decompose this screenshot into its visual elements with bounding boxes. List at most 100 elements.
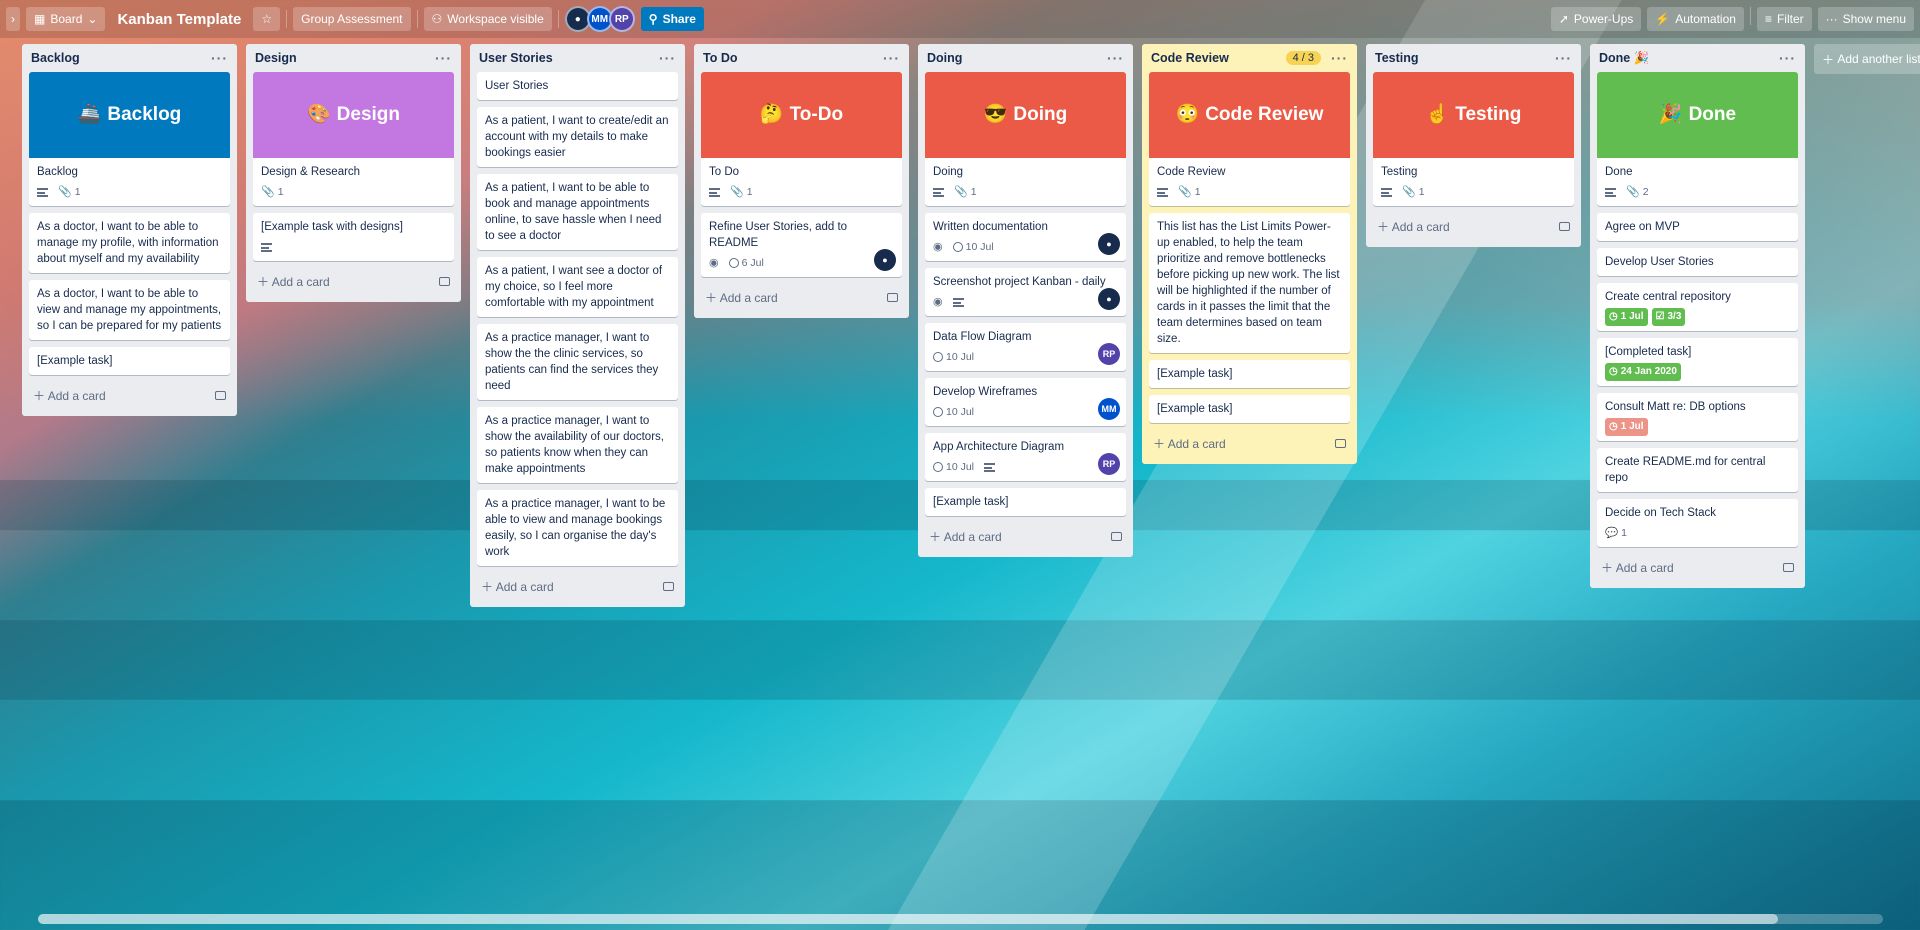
card-cover-image: 😳 Code Review (1149, 72, 1350, 158)
avatar[interactable]: ● (874, 249, 896, 271)
list-doing: Doing ··· 😎 Doing Doing 📎 1 Written documen… (918, 44, 1133, 557)
list-title[interactable]: Done 🎉 (1599, 51, 1649, 66)
list-title[interactable]: Design (255, 51, 297, 65)
list-item[interactable]: As a patient, I want to create/edit an a… (477, 107, 678, 167)
list-item[interactable]: Refine User Stories, add to README ◉ 6 Ju… (701, 213, 902, 277)
add-card-button[interactable]: ＋ Add a card (1373, 213, 1574, 239)
list-item[interactable]: [Example task] (1149, 395, 1350, 423)
list-item[interactable]: [Example task] (29, 347, 230, 375)
avatar-mm[interactable]: MM (1098, 398, 1120, 420)
list-item[interactable]: [Completed task] ◷ 24 Jan 2020 (1597, 338, 1798, 386)
list-item[interactable]: As a practice manager, I want to show th… (477, 324, 678, 400)
scrollbar-thumb[interactable] (38, 914, 1778, 924)
add-card-button[interactable]: ＋ Add a card (1149, 430, 1350, 456)
attachment-icon: 📎 (1178, 186, 1192, 198)
card-cover[interactable]: 🚢 Backlog Backlog 📎 1 (29, 72, 230, 206)
list-item[interactable]: Create README.md for central repo (1597, 448, 1798, 492)
workspace-button[interactable]: Group Assessment (293, 7, 411, 31)
add-card-button[interactable]: ＋ Add a card (701, 284, 902, 310)
list-title[interactable]: User Stories (479, 51, 553, 65)
list-item[interactable]: As a practice manager, I want to show th… (477, 407, 678, 483)
add-card-button[interactable]: ＋ Add a card (253, 268, 454, 294)
board-view-switcher[interactable]: ▦ Board ⌄ (26, 7, 106, 31)
expand-sidebar-button[interactable]: › (6, 7, 20, 31)
add-card-button[interactable]: ＋ Add a card (29, 382, 230, 408)
avatar-rp[interactable]: RP (608, 6, 635, 32)
list-menu-icon[interactable]: ··· (435, 50, 452, 66)
list-title[interactable]: Testing (1375, 51, 1419, 65)
list-title[interactable]: Doing (927, 51, 962, 65)
list-menu-icon[interactable]: ··· (1555, 50, 1572, 66)
list-menu-icon[interactable]: ··· (211, 50, 228, 66)
card-cover[interactable]: ☝️ Testing Testing 📎 1 (1373, 72, 1574, 206)
list-menu-icon[interactable]: ··· (659, 50, 676, 66)
list-title[interactable]: Backlog (31, 51, 80, 65)
cover-title: Code Review (1205, 104, 1324, 125)
template-icon[interactable] (887, 292, 898, 302)
list-item[interactable]: Decide on Tech Stack 💬 1 (1597, 499, 1798, 547)
list-item[interactable]: Agree on MVP (1597, 213, 1798, 241)
board-title[interactable]: Kanban Template (111, 11, 247, 28)
list-menu-icon[interactable]: ··· (883, 50, 900, 66)
description-icon (1157, 187, 1168, 197)
template-icon[interactable] (1111, 531, 1122, 541)
list-title[interactable]: To Do (703, 51, 737, 65)
template-icon[interactable] (1335, 438, 1346, 448)
card-cover[interactable]: 🤔 To-Do To Do 📎 1 (701, 72, 902, 206)
list-item[interactable]: As a patient, I want to be able to book … (477, 174, 678, 250)
add-card-button[interactable]: ＋ Add a card (925, 523, 1126, 549)
template-icon[interactable] (1559, 221, 1570, 231)
list-item[interactable]: Develop User Stories (1597, 248, 1798, 276)
list-item[interactable]: As a doctor, I want to be able to manage… (29, 213, 230, 273)
list-menu-icon[interactable]: ··· (1331, 50, 1348, 66)
list-item[interactable]: As a practice manager, I want to be able… (477, 490, 678, 566)
list-item[interactable]: This list has the List Limits Power-up e… (1149, 213, 1350, 353)
list-item[interactable]: User Stories (477, 72, 678, 100)
list-item[interactable]: App Architecture Diagram 10 Jul RP (925, 433, 1126, 481)
list-title[interactable]: Code Review (1151, 51, 1229, 65)
list-item[interactable]: As a doctor, I want to be able to view a… (29, 280, 230, 340)
list-item[interactable]: Create central repository ◷ 1 Jul ☑ 3/3 (1597, 283, 1798, 331)
list-item[interactable]: [Example task with designs] (253, 213, 454, 261)
card-title: [Completed task] (1605, 346, 1692, 358)
card-cover[interactable]: 😳 Code Review Code Review 📎 1 (1149, 72, 1350, 206)
list-item[interactable]: Consult Matt re: DB options ◷ 1 Jul (1597, 393, 1798, 441)
list-menu-icon[interactable]: ··· (1107, 50, 1124, 66)
list-item[interactable]: Written documentation ◉ 10 Jul ● (925, 213, 1126, 261)
dots-icon: ··· (1825, 12, 1838, 26)
template-icon[interactable] (215, 390, 226, 400)
add-card-button[interactable]: ＋ Add a card (477, 573, 678, 599)
template-icon[interactable] (439, 276, 450, 286)
horizontal-scrollbar[interactable] (38, 914, 1883, 924)
avatar[interactable]: ● (1098, 288, 1120, 310)
visibility-button[interactable]: ⚇ Workspace visible (423, 7, 552, 31)
card-cover[interactable]: 🎨 Design Design & Research 📎 1 (253, 72, 454, 206)
add-list-button[interactable]: ＋ Add another list (1814, 44, 1920, 74)
plus-icon: ＋ (481, 579, 496, 594)
list-item[interactable]: Develop Wireframes 10 Jul MM (925, 378, 1126, 426)
list-menu-icon[interactable]: ··· (1779, 50, 1796, 66)
list-item[interactable]: Data Flow Diagram 10 Jul RP (925, 323, 1126, 371)
card-cover[interactable]: 😎 Doing Doing 📎 1 (925, 72, 1126, 206)
show-menu-button[interactable]: ··· Show menu (1817, 7, 1914, 31)
powerups-label: Power-Ups (1573, 12, 1634, 26)
clock-icon (933, 407, 943, 417)
list-item[interactable]: [Example task] (1149, 360, 1350, 388)
add-card-button[interactable]: ＋ Add a card (1597, 554, 1798, 580)
list-item[interactable]: [Example task] (925, 488, 1126, 516)
description-icon (933, 187, 944, 197)
filter-button[interactable]: ≡ Filter (1756, 7, 1812, 31)
avatar-rp[interactable]: RP (1098, 453, 1120, 475)
avatar[interactable]: ● (1098, 233, 1120, 255)
list-item[interactable]: Screenshot project Kanban - daily ◉ ● (925, 268, 1126, 316)
automation-button[interactable]: ⚡ Automation (1647, 7, 1744, 31)
share-button[interactable]: ⚲ Share (640, 7, 704, 31)
eye-icon: ◉ (933, 241, 943, 253)
star-button[interactable]: ☆ (253, 7, 281, 31)
template-icon[interactable] (1783, 562, 1794, 572)
avatar-rp[interactable]: RP (1098, 343, 1120, 365)
card-cover[interactable]: 🎉 Done Done 📎 2 (1597, 72, 1798, 206)
list-item[interactable]: As a patient, I want see a doctor of my … (477, 257, 678, 317)
powerups-button[interactable]: ➚ Power-Ups (1550, 7, 1642, 31)
template-icon[interactable] (663, 581, 674, 591)
